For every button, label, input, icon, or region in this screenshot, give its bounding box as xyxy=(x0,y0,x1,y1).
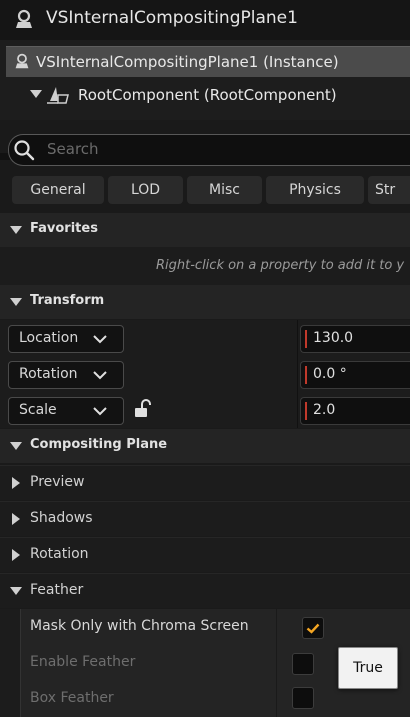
unlock-icon[interactable] xyxy=(134,399,152,419)
category-tabs: General LOD Misc Physics Str xyxy=(0,172,410,208)
axis-x-marker xyxy=(305,402,307,420)
location-mode-dropdown[interactable]: Location xyxy=(8,325,124,353)
scale-mode-dropdown[interactable]: Scale xyxy=(8,397,124,425)
transform-row-location: Location 130.0 xyxy=(0,320,410,356)
tab-lod[interactable]: LOD xyxy=(108,176,183,204)
tab-general[interactable]: General xyxy=(12,176,104,204)
section-favorites[interactable]: Favorites xyxy=(0,213,410,247)
chevron-down-icon xyxy=(10,298,22,306)
indent-line xyxy=(20,645,21,681)
location-x-field[interactable]: 130.0 xyxy=(300,325,410,353)
tab-physics[interactable]: Physics xyxy=(266,176,364,204)
actor-icon xyxy=(15,53,29,69)
section-compositing-plane[interactable]: Compositing Plane xyxy=(0,429,410,463)
subsection-rotation[interactable]: Rotation xyxy=(0,537,410,572)
checkmark-icon xyxy=(306,623,320,634)
tab-streaming[interactable]: Str xyxy=(368,176,410,204)
actor-icon xyxy=(16,9,32,28)
property-label: Mask Only with Chroma Screen xyxy=(30,618,249,634)
search-icon xyxy=(14,140,35,161)
column-divider xyxy=(276,645,277,681)
subsection-preview[interactable]: Preview xyxy=(0,465,410,500)
chevron-down-icon[interactable] xyxy=(30,90,42,98)
tree-item-label: RootComponent (RootComponent) xyxy=(78,86,337,104)
subsection-feather[interactable]: Feather xyxy=(0,573,410,608)
box-feather-checkbox[interactable] xyxy=(292,687,314,709)
chevron-right-icon xyxy=(12,513,20,525)
chevron-right-icon xyxy=(12,477,20,489)
mask-only-checkbox[interactable] xyxy=(302,617,324,639)
section-label: Compositing Plane xyxy=(30,437,168,452)
enable-feather-checkbox[interactable] xyxy=(292,653,314,675)
chevron-down-icon xyxy=(10,226,22,234)
favorites-empty-area: Right-click on a property to add it to y xyxy=(0,247,410,285)
indent-gutter xyxy=(0,681,21,717)
transform-row-rotation: Rotation 0.0 ° xyxy=(0,356,410,392)
scale-x-field[interactable]: 2.0 xyxy=(300,397,410,425)
rotation-mode-dropdown[interactable]: Rotation xyxy=(8,361,124,389)
chevron-down-icon xyxy=(93,407,107,416)
chevron-down-icon xyxy=(93,335,107,344)
search-placeholder: Search xyxy=(47,140,99,158)
axis-x-marker xyxy=(305,366,307,384)
indent-line xyxy=(20,609,21,645)
chevron-down-icon xyxy=(10,442,22,450)
indent-gutter xyxy=(0,609,21,645)
chevron-down-icon xyxy=(10,587,22,595)
section-label: Transform xyxy=(30,293,105,308)
axis-x-marker xyxy=(305,330,307,348)
column-divider xyxy=(297,320,298,356)
column-divider xyxy=(276,609,277,645)
property-label: Enable Feather xyxy=(30,654,136,670)
tree-item-instance[interactable]: VSInternalCompositingPlane1 (Instance) xyxy=(6,46,410,77)
column-divider xyxy=(297,392,298,428)
tooltip: True xyxy=(338,647,398,689)
tree-item-root-component[interactable]: RootComponent (RootComponent) xyxy=(0,82,410,108)
subsection-shadows[interactable]: Shadows xyxy=(0,501,410,536)
chevron-right-icon xyxy=(12,549,20,561)
indent-gutter xyxy=(0,645,21,681)
tree-item-label: VSInternalCompositingPlane1 (Instance) xyxy=(36,53,339,71)
details-title-bar: VSInternalCompositingPlane1 xyxy=(0,0,410,40)
column-divider xyxy=(276,681,277,717)
section-transform[interactable]: Transform xyxy=(0,285,410,319)
scene-component-icon xyxy=(47,87,69,104)
property-mask-only-with-chroma-screen: Mask Only with Chroma Screen xyxy=(0,609,410,645)
transform-row-scale: Scale 2.0 xyxy=(0,392,410,428)
component-tree: VSInternalCompositingPlane1 (Instance) R… xyxy=(0,40,410,160)
favorites-hint: Right-click on a property to add it to y xyxy=(156,258,405,273)
section-label: Favorites xyxy=(30,221,98,236)
rotation-x-field[interactable]: 0.0 ° xyxy=(300,361,410,389)
chevron-down-icon xyxy=(93,371,107,380)
tab-misc[interactable]: Misc xyxy=(187,176,262,204)
search-input[interactable]: Search xyxy=(8,134,410,166)
column-divider xyxy=(297,356,298,392)
selected-actor-title: VSInternalCompositingPlane1 xyxy=(46,8,298,28)
indent-line xyxy=(20,681,21,717)
